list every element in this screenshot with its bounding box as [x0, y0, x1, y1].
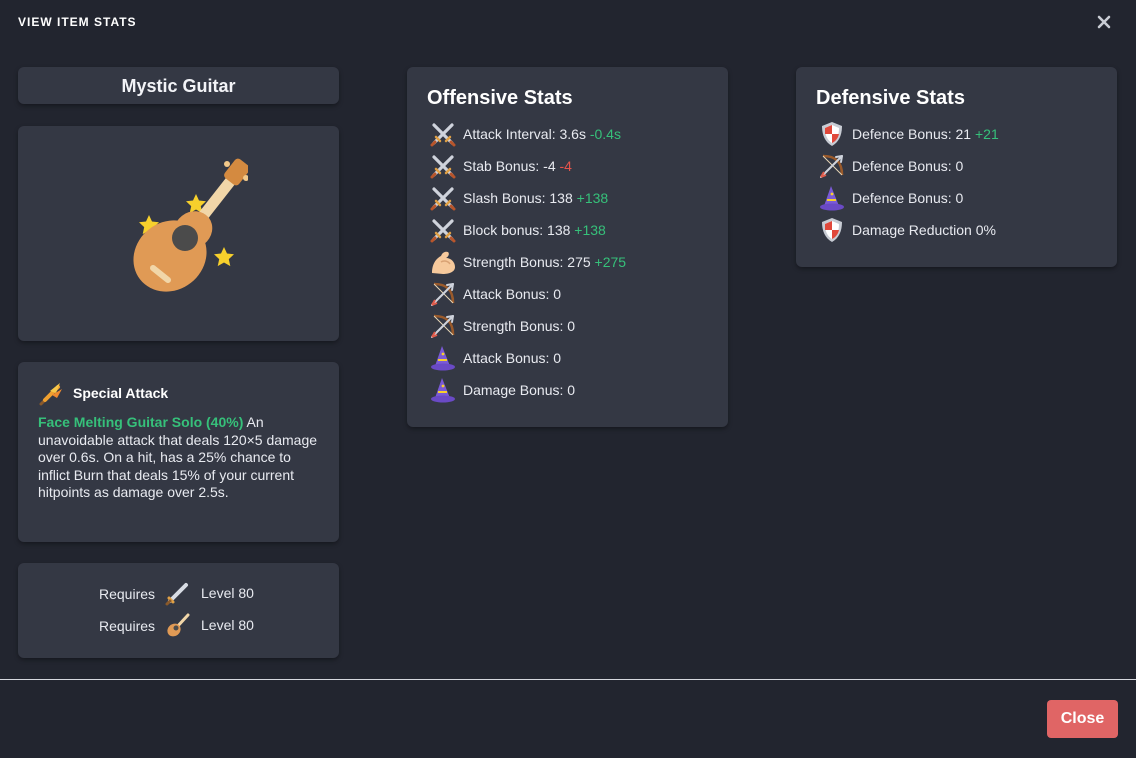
wizard-hat-icon: [429, 376, 457, 404]
stat-text: Attack Bonus: 0: [463, 286, 561, 302]
close-x-icon[interactable]: [1094, 12, 1114, 32]
stat-delta: -4: [559, 158, 572, 174]
stat-delta: +21: [974, 126, 999, 142]
stat-text: Defence Bonus: 21 +21: [852, 126, 999, 142]
item-name: Mystic Guitar: [121, 76, 236, 96]
stat-text: Slash Bonus: 138 +138: [463, 190, 608, 206]
stat-row: Slash Bonus: 138 +138: [427, 184, 717, 212]
stat-label: Defence Bonus: 21: [852, 126, 972, 142]
wizard-hat-icon: [429, 344, 457, 372]
stat-label: Damage Bonus: 0: [463, 382, 576, 398]
stat-label: Attack Interval: 3.6s: [463, 126, 586, 142]
stat-label: Strength Bonus: 275: [463, 254, 591, 270]
stat-row: Attack Bonus: 0: [427, 280, 717, 308]
flexed-bicep-icon: [429, 248, 457, 276]
crossed-swords-icon: [429, 216, 457, 244]
close-button[interactable]: Close: [1047, 700, 1118, 738]
special-attack-name: Face Melting Guitar Solo (40%): [38, 414, 244, 430]
stat-text: Damage Reduction 0%: [852, 222, 996, 238]
stat-row: Strength Bonus: 0: [427, 312, 717, 340]
requirement-label: Requires: [99, 618, 156, 634]
stat-text: Attack Interval: 3.6s -0.4s: [463, 126, 621, 142]
stat-label: Attack Bonus: 0: [463, 286, 562, 302]
stat-row: Defence Bonus: 0: [816, 152, 1106, 180]
special-attack-title: Special Attack: [73, 385, 169, 401]
stat-label: Defence Bonus: 0: [852, 158, 964, 174]
guitar-image-icon: [133, 158, 248, 292]
stat-text: Defence Bonus: 0: [852, 158, 963, 174]
crossed-swords-icon: [429, 120, 457, 148]
shield-icon: [818, 216, 846, 244]
defensive-stats-title: Defensive Stats: [816, 87, 965, 109]
fire-sword-icon: [38, 381, 64, 412]
requirements-card: Requires Level 80 Requires Level 80: [18, 563, 339, 658]
stat-delta: +138: [574, 222, 606, 238]
requirement-level: Level 80: [201, 585, 254, 601]
requirement-label: Requires: [99, 586, 156, 602]
stat-row: Defence Bonus: 0: [816, 184, 1106, 212]
stat-text: Strength Bonus: 275 +275: [463, 254, 626, 270]
sword-icon: [164, 579, 192, 612]
stat-row: Block bonus: 138 +138: [427, 216, 717, 244]
modal-header: VIEW ITEM STATS: [0, 0, 1136, 44]
stat-delta: +138: [576, 190, 609, 206]
crossed-swords-icon: [429, 184, 457, 212]
stat-text: Defence Bonus: 0: [852, 190, 963, 206]
bow-and-arrow-icon: [429, 280, 457, 308]
bow-and-arrow-icon: [429, 312, 457, 340]
stat-row: Attack Interval: 3.6s -0.4s: [427, 120, 717, 148]
stat-label: Attack Bonus: 0: [463, 350, 562, 366]
defensive-stats-card: Defensive Stats Defence Bonus: 21 +21 Def…: [796, 67, 1117, 267]
requirement-level: Level 80: [201, 617, 254, 633]
stat-row: Attack Bonus: 0: [427, 344, 717, 372]
offensive-stats-card: Offensive Stats Attack Interval: 3.6s -0…: [407, 67, 728, 427]
wizard-hat-icon: [818, 184, 846, 212]
item-name-card: Mystic Guitar: [18, 67, 339, 104]
stat-label: Stab Bonus: -4: [463, 158, 556, 174]
stat-delta: -0.4s: [589, 126, 621, 142]
item-image-card: [18, 126, 339, 341]
stat-label: Block bonus: 138: [463, 222, 571, 238]
stat-text: Block bonus: 138 +138: [463, 222, 606, 238]
stat-text: Stab Bonus: -4 -4: [463, 158, 572, 174]
stat-row: Damage Reduction 0%: [816, 216, 1106, 244]
stat-row: Defence Bonus: 21 +21: [816, 120, 1106, 148]
requirement-row: Requires Level 80: [18, 611, 339, 639]
stat-label: Slash Bonus: 138: [463, 190, 573, 206]
stat-delta: +275: [594, 254, 627, 270]
stat-row: Stab Bonus: -4 -4: [427, 152, 717, 180]
modal-title: VIEW ITEM STATS: [18, 15, 137, 29]
stat-row: Damage Bonus: 0: [427, 376, 717, 404]
requirement-row: Requires Level 80: [18, 579, 339, 607]
stat-label: Strength Bonus: 0: [463, 318, 576, 334]
offensive-stats-title: Offensive Stats: [427, 87, 573, 109]
stat-label: Damage Reduction 0%: [852, 222, 996, 238]
crossed-swords-icon: [429, 152, 457, 180]
stat-text: Damage Bonus: 0: [463, 382, 575, 398]
special-attack-card: Special Attack Face Melting Guitar Solo …: [18, 362, 339, 542]
stat-text: Strength Bonus: 0: [463, 318, 575, 334]
shield-icon: [818, 120, 846, 148]
item-stats-modal: VIEW ITEM STATS Mystic Guitar Special At…: [0, 0, 1136, 758]
guitar-icon: [164, 611, 192, 644]
special-attack-description: Face Melting Guitar Solo (40%) An unavoi…: [38, 414, 323, 502]
bow-and-arrow-icon: [818, 152, 846, 180]
footer-divider: [0, 679, 1136, 680]
stat-row: Strength Bonus: 275 +275: [427, 248, 717, 276]
stat-text: Attack Bonus: 0: [463, 350, 561, 366]
stat-label: Defence Bonus: 0: [852, 190, 964, 206]
